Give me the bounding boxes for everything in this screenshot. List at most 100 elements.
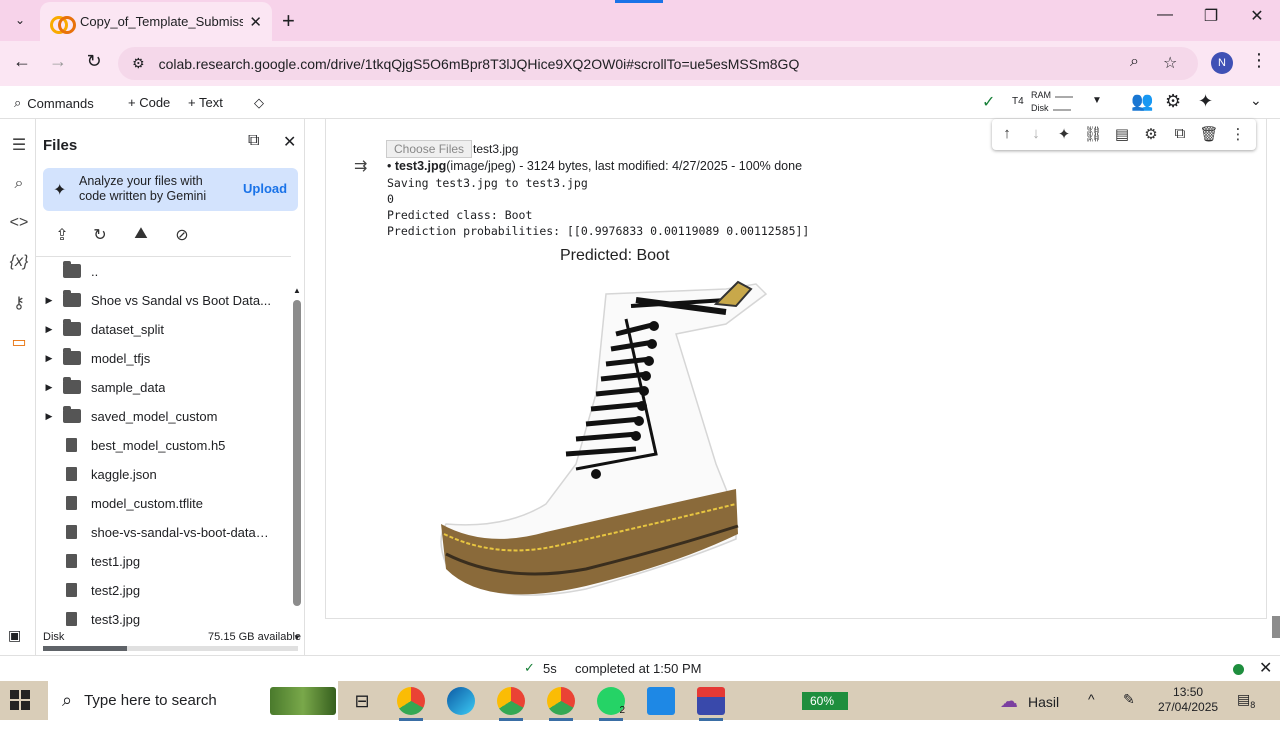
folder-item[interactable]: ▶ sample_data	[36, 375, 291, 399]
mount-drive-icon[interactable]: ⛰	[130, 225, 152, 243]
item-name: model_custom.tflite	[91, 495, 203, 511]
zoom-icon[interactable]: ⌕	[1130, 53, 1139, 71]
runtime-dropdown-icon[interactable]: ▼	[1092, 95, 1102, 106]
reload-icon[interactable]: ↻	[81, 51, 107, 72]
mirror-cell-icon[interactable]: ⧉	[1170, 125, 1190, 142]
move-cell-up-icon[interactable]: ↑	[997, 125, 1017, 142]
close-status-icon[interactable]: ✕	[1259, 658, 1272, 678]
file-item[interactable]: model_custom.tflite	[36, 491, 291, 515]
restore-icon[interactable]: ❐	[1196, 6, 1226, 26]
runtime-type[interactable]: T4	[1012, 96, 1024, 107]
file-item[interactable]: kaggle.json	[36, 462, 291, 486]
new-tab-icon[interactable]: +	[282, 8, 295, 34]
forward-icon[interactable]: →	[45, 51, 71, 72]
connected-check-icon: ✓	[982, 94, 996, 111]
file-item[interactable]: test1.jpg	[36, 549, 291, 573]
find-replace-icon[interactable]: ⌕	[8, 175, 30, 197]
folder-item[interactable]: ▶ model_tfjs	[36, 346, 291, 370]
folder-item[interactable]: ▶ dataset_split	[36, 317, 291, 341]
url-text[interactable]: colab.research.google.com/drive/1tkqQjgS…	[159, 56, 800, 72]
collapse-header-icon[interactable]: ⌄	[1250, 92, 1262, 109]
scrollbar-thumb[interactable]	[293, 300, 301, 606]
system-clock[interactable]: 13:50 27/04/2025	[1158, 685, 1218, 715]
clock-date: 27/04/2025	[1158, 700, 1219, 714]
file-icon	[66, 583, 77, 597]
output-toggle-icon[interactable]: ⇉	[354, 156, 367, 176]
browser-menu-icon[interactable]: ⋮	[1250, 50, 1268, 71]
file-item[interactable]: test2.jpg	[36, 578, 291, 602]
chrome-icon[interactable]	[397, 687, 425, 721]
folder-item[interactable]: ▶ saved_model_custom	[36, 404, 291, 428]
code-snippets-icon[interactable]: <>	[8, 214, 30, 236]
window-close-icon[interactable]: ✕	[1242, 6, 1272, 26]
chrome-profile-icon[interactable]	[497, 687, 525, 721]
output-line: Predicted class: Boot	[387, 208, 533, 222]
notification-icon[interactable]: ▤8	[1237, 691, 1255, 710]
pen-icon[interactable]: ✎	[1123, 691, 1135, 708]
upload-file-icon[interactable]: ⇪	[51, 225, 73, 245]
windows-start-icon[interactable]	[10, 690, 30, 710]
table-of-contents-icon[interactable]: ☰	[8, 135, 30, 157]
variables-icon[interactable]: {x}	[8, 253, 30, 275]
execution-status-bar: ✓ 5s completed at 1:50 PM ✕	[0, 655, 1280, 681]
disk-available: 75.15 GB available	[208, 631, 301, 643]
bookmark-star-icon[interactable]: ☆	[1163, 53, 1177, 73]
taskbar-search[interactable]: ⌕ Type here to search	[48, 681, 338, 720]
drive-sync-icon[interactable]: ◇	[254, 95, 264, 111]
upload-button[interactable]: Upload	[243, 181, 287, 196]
whatsapp-icon[interactable]: 2	[597, 687, 625, 721]
add-code-button[interactable]: + Code	[128, 95, 170, 110]
settings-gear-icon[interactable]: ⚙	[1165, 91, 1181, 112]
file-item[interactable]: test3.jpg	[36, 607, 291, 631]
close-panel-icon[interactable]: ✕	[283, 132, 296, 152]
expand-arrow-icon[interactable]: ▶	[39, 324, 59, 335]
tab-search-chevron-icon[interactable]: ⌄	[8, 8, 32, 32]
add-text-button[interactable]: + Text	[188, 95, 223, 110]
move-cell-down-icon[interactable]: ↓	[1026, 125, 1046, 142]
link-icon[interactable]: ⛓	[1083, 125, 1103, 143]
browser-tab[interactable]: Copy_of_Template_Submission ✕	[40, 2, 272, 41]
task-view-icon[interactable]: ⊟	[348, 687, 376, 715]
open-in-tab-icon[interactable]: ⧉	[248, 132, 259, 150]
expand-arrow-icon[interactable]: ▶	[39, 295, 59, 306]
expand-arrow-icon[interactable]: ▶	[39, 353, 59, 364]
minimize-icon[interactable]: —	[1150, 6, 1180, 24]
weather-icon: ☁	[1000, 691, 1018, 711]
commands-button[interactable]: ⌕ Commands	[14, 95, 94, 111]
cell-settings-icon[interactable]: ⚙	[1141, 125, 1161, 143]
notebook-scrollbar[interactable]	[1272, 616, 1280, 638]
folder-item[interactable]: ▶ Shoe vs Sandal vs Boot Data...	[36, 288, 291, 312]
expand-arrow-icon[interactable]: ▶	[39, 411, 59, 422]
choose-files-button[interactable]: Choose Files	[386, 140, 473, 158]
battery-indicator[interactable]: 60%	[802, 692, 848, 710]
chrome-profile-2-icon[interactable]	[547, 687, 575, 721]
gemini-spark-icon[interactable]: ✦	[1198, 91, 1213, 112]
back-icon[interactable]: ←	[9, 51, 35, 72]
delete-cell-icon[interactable]: 🗑	[1199, 125, 1219, 143]
terminal-icon[interactable]: ▣	[8, 627, 21, 644]
file-item[interactable]: best_model_custom.h5	[36, 433, 291, 457]
ram-disk-meter[interactable]: RAM Disk	[1031, 89, 1073, 115]
profile-avatar[interactable]: N	[1211, 52, 1233, 74]
files-folder-icon[interactable]: ▭	[8, 332, 30, 354]
share-people-icon[interactable]: 👥	[1131, 91, 1153, 112]
weather-widget[interactable]: ☁ Hasil	[1000, 691, 1059, 712]
file-item[interactable]: shoe-vs-sandal-vs-boot-datas...	[36, 520, 291, 544]
url-bar[interactable]: ⚙ colab.research.google.com/drive/1tkqQj…	[118, 47, 1198, 80]
secrets-key-icon[interactable]: ⚷	[8, 293, 30, 315]
comment-icon[interactable]: ▤	[1112, 125, 1132, 143]
folder-item[interactable]: ..	[36, 259, 291, 283]
site-info-icon[interactable]: ⚙	[132, 55, 145, 72]
more-actions-icon[interactable]: ⋮	[1228, 125, 1248, 143]
show-hidden-icons-icon[interactable]: ^	[1088, 691, 1095, 707]
file-tree-scrollbar[interactable]: ▲ ▼	[292, 286, 301, 642]
hide-files-icon[interactable]: ⊘	[171, 225, 193, 245]
scroll-up-icon[interactable]: ▲	[293, 286, 301, 295]
expand-arrow-icon[interactable]: ▶	[39, 382, 59, 393]
edge-icon[interactable]	[447, 687, 475, 715]
photos-icon[interactable]	[647, 687, 675, 715]
winrar-icon[interactable]	[697, 687, 725, 721]
gemini-cell-icon[interactable]: ✦	[1054, 125, 1074, 143]
refresh-icon[interactable]: ↻	[89, 225, 111, 245]
tab-close-icon[interactable]: ✕	[249, 13, 262, 31]
